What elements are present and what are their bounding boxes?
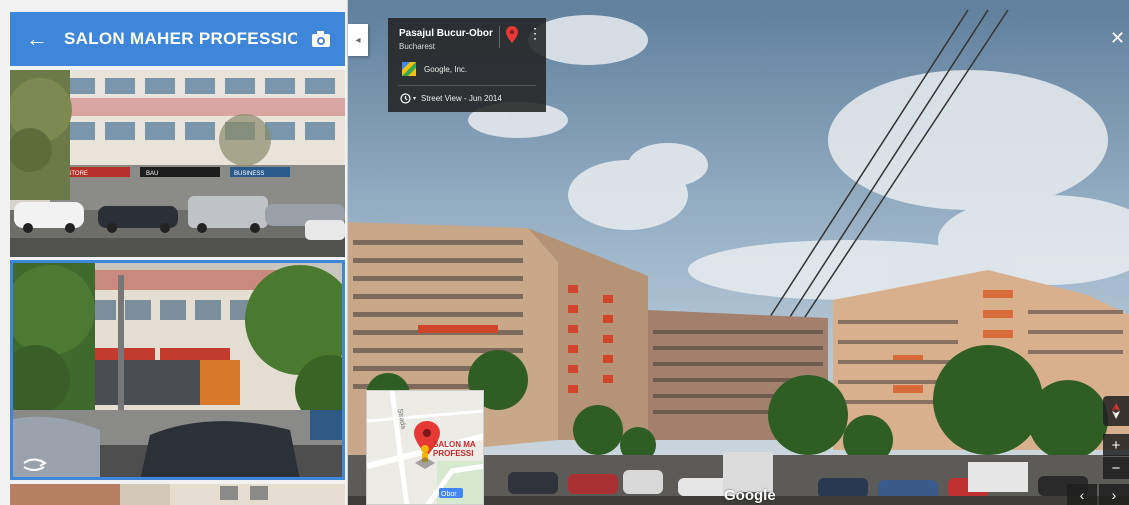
minus-icon: − xyxy=(1111,459,1121,477)
place-name: Pasajul Bucur-Obor xyxy=(399,28,493,39)
chevron-left-icon: ‹ xyxy=(1079,486,1085,503)
arrow-left-icon: ← xyxy=(26,26,48,51)
map-pin-icon xyxy=(506,26,518,43)
navigate-forward-button[interactable]: › xyxy=(1099,484,1129,505)
street-photo-3 xyxy=(10,484,345,505)
pin-label-line2: PROFESSI xyxy=(433,449,473,458)
more-vert-icon: ⋮ xyxy=(528,25,542,41)
shop-sign-c: BUSINESS xyxy=(234,171,264,177)
close-button[interactable]: ✕ xyxy=(1110,29,1125,47)
photo-panel: ← SALON MAHER PROFESSIO... LUX STORE BAU… xyxy=(0,0,348,505)
plus-icon: + xyxy=(1111,436,1121,454)
google-maps-icon xyxy=(402,62,416,76)
minimap-canvas: Strada Obor SALON MA PROFESSI xyxy=(367,391,483,504)
minimap[interactable]: Strada Obor SALON MA PROFESSI xyxy=(366,390,484,505)
pin-label-line1: SALON MA xyxy=(433,440,476,449)
capture-date: Street View - Jun 2014 xyxy=(421,94,502,103)
add-photo-icon xyxy=(312,31,330,47)
photo-thumbnail-3[interactable] xyxy=(10,484,345,505)
zoom-out-button[interactable]: − xyxy=(1103,457,1129,479)
card-separator xyxy=(398,85,536,86)
history-clock-icon xyxy=(400,93,411,104)
street-photo-1: LUX STORE BAU BUSINESS xyxy=(10,70,345,257)
time-travel-button[interactable]: ▾ Street View - Jun 2014 xyxy=(400,93,502,104)
location-info-card: Pasajul Bucur-Obor Bucharest ⋮ Google, I… xyxy=(388,18,546,112)
photo-thumbnail-1[interactable]: LUX STORE BAU BUSINESS xyxy=(10,70,345,257)
more-options-button[interactable]: ⋮ xyxy=(528,26,542,40)
show-on-map-button[interactable] xyxy=(506,26,518,48)
navigate-back-button[interactable]: ‹ xyxy=(1067,484,1097,505)
close-icon: ✕ xyxy=(1110,28,1126,48)
compass-icon xyxy=(1112,403,1120,419)
street-photo-2 xyxy=(10,260,345,480)
back-button[interactable]: ← xyxy=(10,12,64,66)
photo-thumbnail-2[interactable] xyxy=(10,260,345,480)
google-watermark: Google xyxy=(724,487,776,504)
city-name: Bucharest xyxy=(399,42,436,51)
collapse-panel-button[interactable]: ◂ xyxy=(348,24,368,56)
add-photo-button[interactable] xyxy=(297,12,345,66)
panel-header: ← SALON MAHER PROFESSIO... xyxy=(10,12,345,66)
area-label: Obor xyxy=(441,491,457,498)
chevron-left-icon: ◂ xyxy=(355,34,361,46)
provider-name: Google, Inc. xyxy=(424,64,468,74)
shop-sign-b: BAU xyxy=(146,171,158,177)
zoom-in-button[interactable]: + xyxy=(1103,434,1129,456)
place-title: SALON MAHER PROFESSIO... xyxy=(64,29,297,48)
imagery-provider: Google, Inc. xyxy=(402,62,467,76)
compass-button[interactable] xyxy=(1103,396,1129,426)
card-divider xyxy=(499,26,500,48)
dropdown-caret-icon: ▾ xyxy=(413,96,417,102)
chevron-right-icon: › xyxy=(1111,486,1117,503)
